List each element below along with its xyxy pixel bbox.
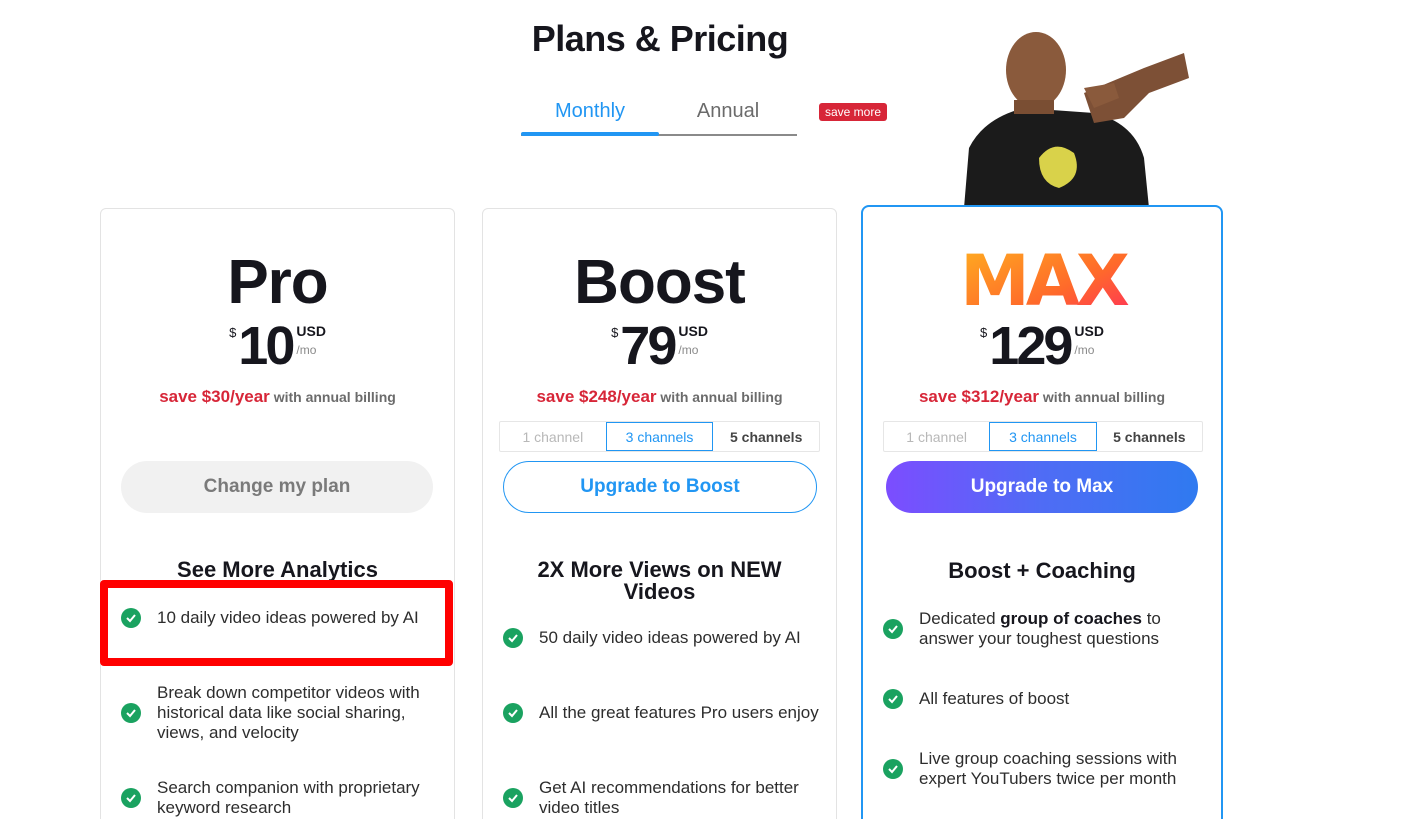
feature-text: Get AI recommendations for better video … xyxy=(539,778,799,817)
savings-suffix: with annual billing xyxy=(660,389,783,405)
tab-annual[interactable]: Annual xyxy=(659,96,797,134)
change-plan-button[interactable]: Change my plan xyxy=(121,461,433,513)
section-title: See More Analytics xyxy=(177,557,378,582)
check-icon xyxy=(503,788,523,808)
feature-item: Dedicated group of coaches to answer you… xyxy=(883,609,1205,649)
currency-code: USD xyxy=(1074,323,1104,339)
price-period: /mo xyxy=(1074,343,1095,357)
check-icon xyxy=(883,759,903,779)
highlight-annotation-box xyxy=(100,580,453,666)
feature-item: All the great features Pro users enjoy xyxy=(503,703,820,723)
feature-text: Search companion with proprietary keywor… xyxy=(157,778,420,817)
plan-name: Boost xyxy=(574,248,746,317)
feature-text: Live group coaching sessions with expert… xyxy=(919,749,1177,788)
feature-item: 50 daily video ideas powered by AI xyxy=(503,628,820,648)
feature-text: 50 daily video ideas powered by AI xyxy=(539,628,801,647)
plan-name: MAX xyxy=(960,249,1129,311)
price-period: /mo xyxy=(678,343,699,357)
check-icon xyxy=(883,619,903,639)
presenter-photo xyxy=(964,32,1189,208)
channel-selector: 1 channel 3 channels 5 channels xyxy=(883,421,1203,452)
price: $ 10 USD /mo xyxy=(101,319,454,373)
currency-symbol: $ xyxy=(980,325,988,340)
annual-savings: save $312/year with annual billing xyxy=(863,387,1221,407)
plan-card-pro: Pro $ 10 USD /mo save $30/year with annu… xyxy=(100,208,455,819)
plan-card-max: MAX $ 129 USD /mo save $312/year with an… xyxy=(861,205,1223,819)
channel-option-3[interactable]: 3 channels xyxy=(989,422,1097,451)
channel-option-1[interactable]: 1 channel xyxy=(500,422,606,451)
check-icon xyxy=(121,788,141,808)
currency-code: USD xyxy=(296,323,326,339)
upgrade-to-boost-button[interactable]: Upgrade to Boost xyxy=(503,461,817,513)
check-icon xyxy=(503,703,523,723)
price-amount: 10 xyxy=(238,316,295,376)
tab-monthly[interactable]: Monthly xyxy=(521,96,659,136)
currency-symbol: $ xyxy=(611,325,619,340)
feature-item: Search companion with proprietary keywor… xyxy=(121,778,438,818)
feature-item: Get AI recommendations for better video … xyxy=(503,778,820,818)
savings-suffix: with annual billing xyxy=(273,389,396,405)
price-period: /mo xyxy=(296,343,317,357)
currency-symbol: $ xyxy=(229,325,237,340)
price: $ 129 USD /mo xyxy=(863,319,1221,373)
savings-amount: save $248/year xyxy=(536,387,657,406)
channel-option-3[interactable]: 3 channels xyxy=(605,422,714,451)
upgrade-to-max-button[interactable]: Upgrade to Max xyxy=(886,461,1198,513)
savings-amount: save $312/year xyxy=(918,387,1040,406)
savings-amount: save $30/year xyxy=(159,387,270,406)
plan-name: Pro xyxy=(227,248,328,317)
price: $ 79 USD /mo xyxy=(483,319,836,373)
annual-savings: save $30/year with annual billing xyxy=(101,387,454,407)
feature-text: Break down competitor videos with histor… xyxy=(157,683,420,742)
plan-card-boost: Boost $ 79 USD /mo save $248/year with a… xyxy=(482,208,837,819)
channel-selector: 1 channel 3 channels 5 channels xyxy=(499,421,820,452)
annual-savings: save $248/year with annual billing xyxy=(483,387,836,407)
feature-item: Live group coaching sessions with expert… xyxy=(883,749,1205,789)
feature-text: All the great features Pro users enjoy xyxy=(539,703,819,722)
channel-option-1[interactable]: 1 channel xyxy=(884,422,989,451)
section-title: Boost + Coaching xyxy=(948,558,1136,583)
check-icon xyxy=(883,689,903,709)
savings-suffix: with annual billing xyxy=(1042,389,1166,405)
feature-item: All features of boost xyxy=(883,689,1205,709)
channel-option-5[interactable]: 5 channels xyxy=(713,422,819,451)
max-logo: MAX xyxy=(960,249,1133,311)
price-amount: 129 xyxy=(989,316,1073,376)
check-icon xyxy=(503,628,523,648)
feature-text: Dedicated group of coaches to answer you… xyxy=(919,609,1161,648)
section-title: 2X More Views on NEW Videos xyxy=(537,557,782,604)
billing-tabs: Monthly Annual xyxy=(521,96,797,136)
price-amount: 79 xyxy=(620,316,677,376)
channel-option-5[interactable]: 5 channels xyxy=(1097,422,1202,451)
feature-item: Break down competitor videos with histor… xyxy=(121,683,438,743)
currency-code: USD xyxy=(678,323,708,339)
check-icon xyxy=(121,703,141,723)
save-more-badge: save more xyxy=(819,103,888,121)
feature-text: All features of boost xyxy=(919,689,1070,708)
